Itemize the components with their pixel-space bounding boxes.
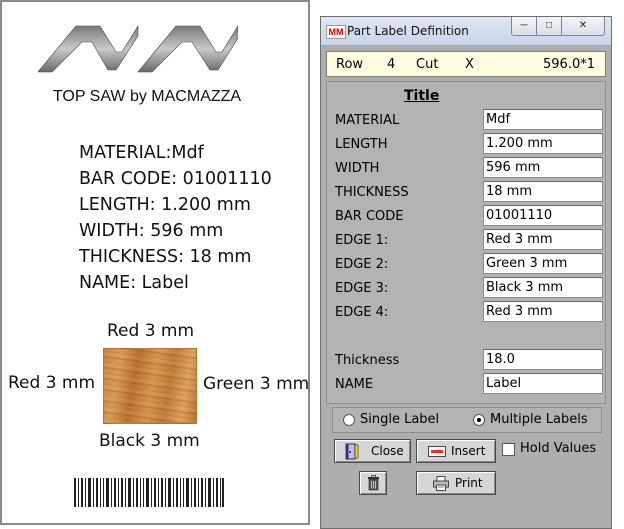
insert-button-label: Insert <box>451 444 486 458</box>
thickness-label: THICKNESS <box>335 185 409 200</box>
thickness-numeric-field[interactable] <box>483 349 603 370</box>
cut-value: X <box>465 57 474 72</box>
length-field[interactable] <box>483 133 603 154</box>
macmazza-logo <box>38 24 238 73</box>
material-line: MATERIAL:Mdf <box>79 143 204 163</box>
part-label-definition-dialog: MM Part Label Definition ─ □ ✕ Row 4 Cut… <box>320 16 612 529</box>
length-line: LENGTH: 1.200 mm <box>79 195 251 215</box>
edge2-field[interactable] <box>483 253 603 274</box>
label-mode-group: Single Label Multiple Labels <box>332 407 602 433</box>
form-title: Title <box>404 88 440 104</box>
edge3-label: EDGE 3: <box>335 281 389 296</box>
edge3-field[interactable] <box>483 277 603 298</box>
label-fields-panel: Title MATERIAL LENGTH WIDTH THICKNESS BA… <box>326 81 606 404</box>
single-label-text[interactable]: Single Label <box>360 412 439 427</box>
multiple-labels-text[interactable]: Multiple Labels <box>490 412 588 427</box>
delete-button[interactable] <box>359 471 387 495</box>
name-field[interactable] <box>483 373 603 394</box>
maximize-button[interactable]: □ <box>536 17 562 36</box>
edge-bottom-label: Black 3 mm <box>99 431 200 451</box>
length-label: LENGTH <box>335 137 388 152</box>
width-field[interactable] <box>483 157 603 178</box>
print-button-label: Print <box>455 476 483 490</box>
print-button[interactable]: Print <box>416 471 496 495</box>
size-value: 596.0*1 <box>543 57 595 72</box>
window-title: Part Label Definition <box>347 24 469 38</box>
hold-values-label[interactable]: Hold Values <box>520 441 596 456</box>
material-label: MATERIAL <box>335 113 400 128</box>
hold-values-checkbox[interactable] <box>502 443 515 456</box>
brand-name: TOP SAW by MACMAZZA <box>52 88 242 105</box>
width-line: WIDTH: 596 mm <box>79 221 224 241</box>
app-icon: MM <box>326 25 346 39</box>
cut-label: Cut <box>416 57 439 72</box>
name-line: NAME: Label <box>79 273 189 293</box>
width-label: WIDTH <box>335 161 380 176</box>
single-label-radio[interactable] <box>343 414 355 426</box>
close-button[interactable]: Close <box>334 439 411 463</box>
row-info-bar: Row 4 Cut X 596.0*1 <box>326 51 606 77</box>
title-bar[interactable]: MM Part Label Definition ─ □ ✕ <box>321 17 611 46</box>
thickness-line: THICKNESS: 18 mm <box>79 247 252 267</box>
barcode-image <box>74 478 224 507</box>
edge-right-label: Green 3 mm <box>203 374 310 394</box>
material-field[interactable] <box>483 109 603 130</box>
insert-button[interactable]: Insert <box>416 439 496 463</box>
edge1-label: EDGE 1: <box>335 233 389 248</box>
edge-left-label: Red 3 mm <box>8 373 96 393</box>
minimize-button[interactable]: ─ <box>511 17 537 36</box>
trash-icon <box>368 475 379 491</box>
insert-icon <box>428 446 446 457</box>
close-button-label: Close <box>371 444 404 458</box>
row-value: 4 <box>387 57 396 72</box>
wood-sample-image <box>103 348 197 424</box>
edge2-label: EDGE 2: <box>335 257 389 272</box>
name-label: NAME <box>335 377 374 392</box>
window-close-button[interactable]: ✕ <box>561 17 605 36</box>
edge1-field[interactable] <box>483 229 603 250</box>
thickness-numeric-label: Thickness <box>335 353 400 368</box>
multiple-labels-radio[interactable] <box>473 414 485 426</box>
thickness-field[interactable] <box>483 181 603 202</box>
row-label: Row <box>336 57 364 72</box>
edge-top-label: Red 3 mm <box>107 321 195 341</box>
edge4-field[interactable] <box>483 301 603 322</box>
label-preview: TOP SAW by MACMAZZA MATERIAL:Mdf BAR COD… <box>0 0 310 525</box>
door-icon <box>345 443 359 460</box>
barcode-label: BAR CODE <box>335 209 404 224</box>
printer-icon <box>433 476 449 491</box>
edge4-label: EDGE 4: <box>335 305 389 320</box>
barcode-field[interactable] <box>483 205 603 226</box>
barcode-line: BAR CODE: 01001110 <box>79 169 272 189</box>
